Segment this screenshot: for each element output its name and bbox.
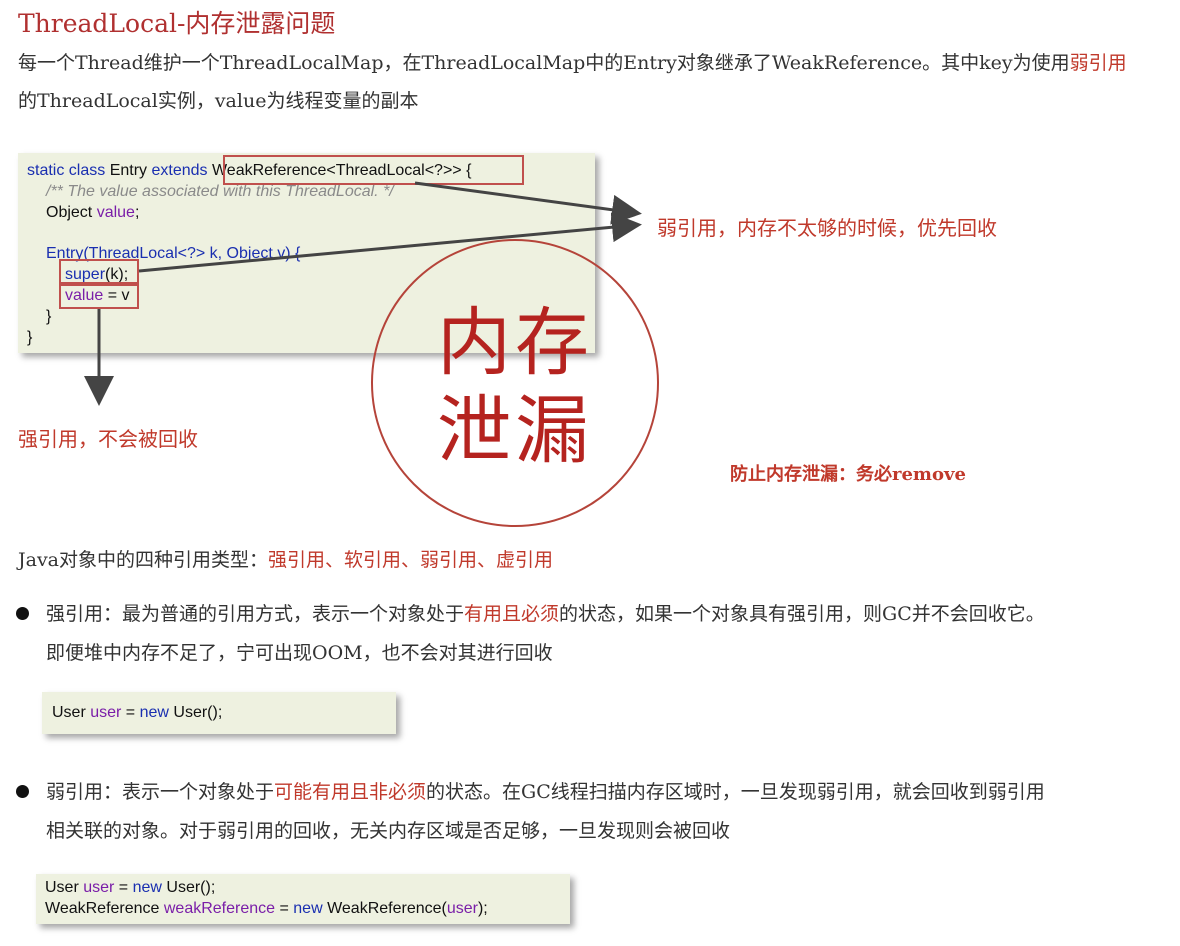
weak-code-line-2: WeakReference weakReference = new WeakRe… bbox=[45, 900, 488, 917]
stamp-line-2: 泄漏 bbox=[437, 388, 593, 474]
strong-line-1: 强引用：最为普通的引用方式，表示一个对象处于有用且必须的状态，如果一个对象具有强… bbox=[46, 603, 1045, 625]
strong-code-block: User user = new User(); bbox=[42, 692, 396, 734]
strong-line-2: 即便堆中内存不足了，宁可出现OOM，也不会对其进行回收 bbox=[46, 642, 553, 664]
stamp-line-1: 内存 bbox=[437, 300, 593, 386]
weak-code-line-1: User user = new User(); bbox=[45, 879, 216, 896]
weak-line-1: 弱引用：表示一个对象处于可能有用且非必须的状态。在GC线程扫描内存区域时，一旦发… bbox=[46, 781, 1045, 803]
prevent-leak-note: 防止内存泄漏：务必remove bbox=[730, 464, 966, 485]
memory-leak-stamp: 内存 泄漏 bbox=[371, 239, 659, 527]
bullet-strong bbox=[16, 607, 29, 620]
weak-code-block: User user = new User(); WeakReference we… bbox=[36, 874, 570, 924]
arrow-key-to-weak-note bbox=[414, 181, 642, 225]
weak-ref-annotation: 弱引用，内存不太够的时候，优先回收 bbox=[657, 216, 997, 240]
strong-ref-annotation: 强引用，不会被回收 bbox=[18, 427, 198, 451]
strong-code-line: User user = new User(); bbox=[52, 704, 223, 721]
weak-line-2: 相关联的对象。对于弱引用的回收，无关内存区域是否足够，一旦发现则会被回收 bbox=[46, 820, 731, 842]
bullet-weak bbox=[16, 785, 29, 798]
ref-types-line: Java对象中的四种引用类型：强引用、软引用、弱引用、虚引用 bbox=[18, 549, 554, 571]
ref-types-list: 强引用、软引用、弱引用、虚引用 bbox=[268, 549, 554, 571]
